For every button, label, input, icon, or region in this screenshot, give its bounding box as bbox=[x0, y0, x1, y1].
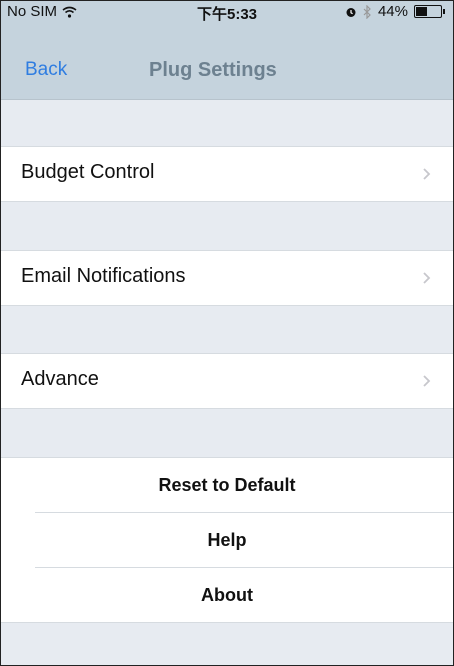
status-bar: No SIM 下午5:33 44% bbox=[1, 1, 453, 23]
alarm-icon bbox=[346, 7, 356, 17]
budget-control-label: Budget Control bbox=[21, 161, 155, 183]
budget-control-row[interactable]: Budget Control bbox=[1, 146, 453, 202]
battery-fill bbox=[416, 7, 427, 16]
email-notifications-row[interactable]: Email Notifications bbox=[1, 250, 453, 306]
phone-screen: No SIM 下午5:33 44% Back Plug Settings Bud… bbox=[0, 0, 454, 666]
battery-percent: 44% bbox=[377, 3, 408, 20]
email-notifications-label: Email Notifications bbox=[21, 265, 186, 287]
advance-label: Advance bbox=[21, 368, 99, 390]
status-right: 44% bbox=[345, 3, 445, 20]
page-title: Plug Settings bbox=[149, 59, 277, 81]
reset-to-default-button[interactable]: Reset to Default bbox=[1, 458, 453, 512]
chevron-right-icon bbox=[423, 272, 431, 284]
help-button[interactable]: Help bbox=[1, 513, 453, 567]
actions-group: Reset to Default Help About bbox=[1, 457, 453, 623]
bluetooth-icon bbox=[363, 4, 371, 19]
about-button[interactable]: About bbox=[1, 568, 453, 622]
chevron-right-icon bbox=[423, 375, 431, 387]
battery-icon bbox=[414, 5, 445, 18]
advance-row[interactable]: Advance bbox=[1, 353, 453, 409]
navigation-bar: Back Plug Settings bbox=[1, 23, 453, 100]
back-button[interactable]: Back bbox=[25, 59, 67, 81]
chevron-right-icon bbox=[423, 168, 431, 180]
